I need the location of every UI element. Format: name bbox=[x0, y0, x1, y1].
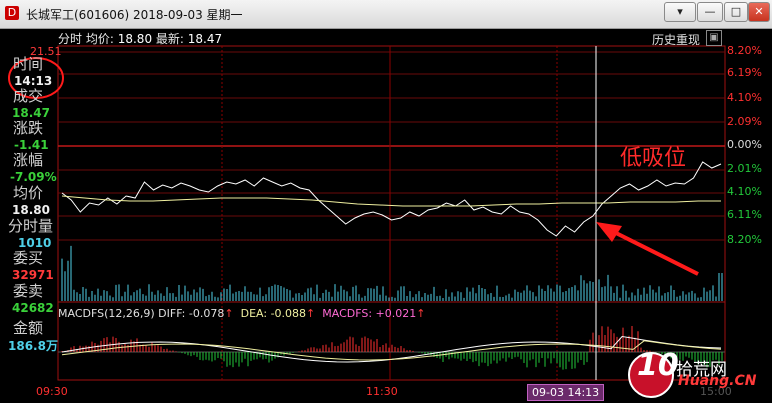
diff-arrow-icon: ↑ bbox=[224, 307, 234, 320]
dea-value: -0.088 bbox=[270, 307, 307, 320]
history-replay-button[interactable]: 历史重现 bbox=[652, 31, 700, 48]
time-label: 时间 bbox=[13, 55, 44, 73]
avg-value: 18.80 bbox=[12, 203, 50, 217]
avg-price-label: 均价: bbox=[85, 32, 114, 46]
axis-pct-1: 8.20% bbox=[727, 44, 762, 57]
quote-info-strip: 分时 均价: 18.80 最新: 18.47 bbox=[58, 30, 222, 47]
change-pct-value: -7.09% bbox=[10, 170, 57, 184]
annotation-arrow-shaft bbox=[609, 228, 699, 276]
replay-settings-icon[interactable]: ▣ bbox=[706, 30, 722, 46]
watermark-number: 10 bbox=[637, 348, 679, 383]
time-axis-start: 09:30 bbox=[36, 385, 68, 398]
ask-value: 42682 bbox=[12, 301, 54, 315]
axis-pct-3: 4.10% bbox=[727, 91, 762, 104]
change-label: 涨跌 bbox=[13, 119, 44, 137]
mode-label: 分时 bbox=[58, 32, 83, 46]
low-buy-annotation: 低吸位 bbox=[620, 146, 687, 171]
annotation-arrow-head bbox=[596, 222, 622, 242]
dea-arrow-icon: ↑ bbox=[306, 307, 316, 320]
time-axis-mid: 11:30 bbox=[366, 385, 398, 398]
watermark-domain: Huang.CN bbox=[678, 373, 757, 389]
ask-label: 委卖 bbox=[13, 282, 44, 300]
avg-label: 均价 bbox=[13, 184, 44, 202]
change-pct-label: 涨幅 bbox=[13, 151, 44, 169]
macdfs-arrow-icon: ↑ bbox=[416, 307, 426, 320]
axis-pct-5: 0.00% bbox=[727, 138, 762, 151]
average-line bbox=[61, 195, 721, 207]
dea-label: DEA: bbox=[240, 307, 268, 320]
bid-label: 委买 bbox=[13, 249, 44, 267]
axis-pct-6: 2.01% bbox=[727, 162, 762, 175]
diff-label: DIFF: bbox=[158, 307, 186, 320]
latest-price-value: 18.47 bbox=[187, 32, 223, 46]
bid-value: 32971 bbox=[12, 268, 54, 282]
chart-lines bbox=[61, 161, 722, 363]
amount-value: 186.8万 bbox=[8, 339, 58, 353]
macd-indicator-label: MACDFS(12,26,9) DIFF: -0.078↑ DEA: -0.08… bbox=[58, 307, 425, 320]
axis-pct-9: 8.20% bbox=[727, 233, 762, 246]
axis-pct-7: 4.10% bbox=[727, 185, 762, 198]
chart-canvas bbox=[8, 45, 726, 381]
macdfs-value: +0.021 bbox=[375, 307, 417, 320]
axis-pct-4: 2.09% bbox=[727, 115, 762, 128]
latest-price-label: 最新: bbox=[155, 32, 184, 46]
minute-volume-label: 分时量 bbox=[8, 217, 54, 235]
cursor-time-label: 09-03 14:13 bbox=[527, 384, 605, 401]
avg-price-value: 18.80 bbox=[117, 32, 153, 46]
price-line bbox=[61, 161, 722, 237]
axis-pct-2: 6.19% bbox=[727, 66, 762, 79]
chart-grid bbox=[57, 45, 726, 381]
chart-frame bbox=[57, 45, 726, 381]
macdfs-label: MACDFS: bbox=[322, 307, 373, 320]
volume-bars bbox=[61, 245, 723, 301]
axis-pct-8: 6.11% bbox=[727, 208, 762, 221]
volume-label: 成交 bbox=[13, 87, 44, 105]
amount-label: 金额 bbox=[13, 319, 44, 337]
macd-name: MACDFS(12,26,9) bbox=[58, 307, 155, 320]
macd-bars bbox=[58, 326, 725, 370]
diff-value: -0.078 bbox=[188, 307, 225, 320]
